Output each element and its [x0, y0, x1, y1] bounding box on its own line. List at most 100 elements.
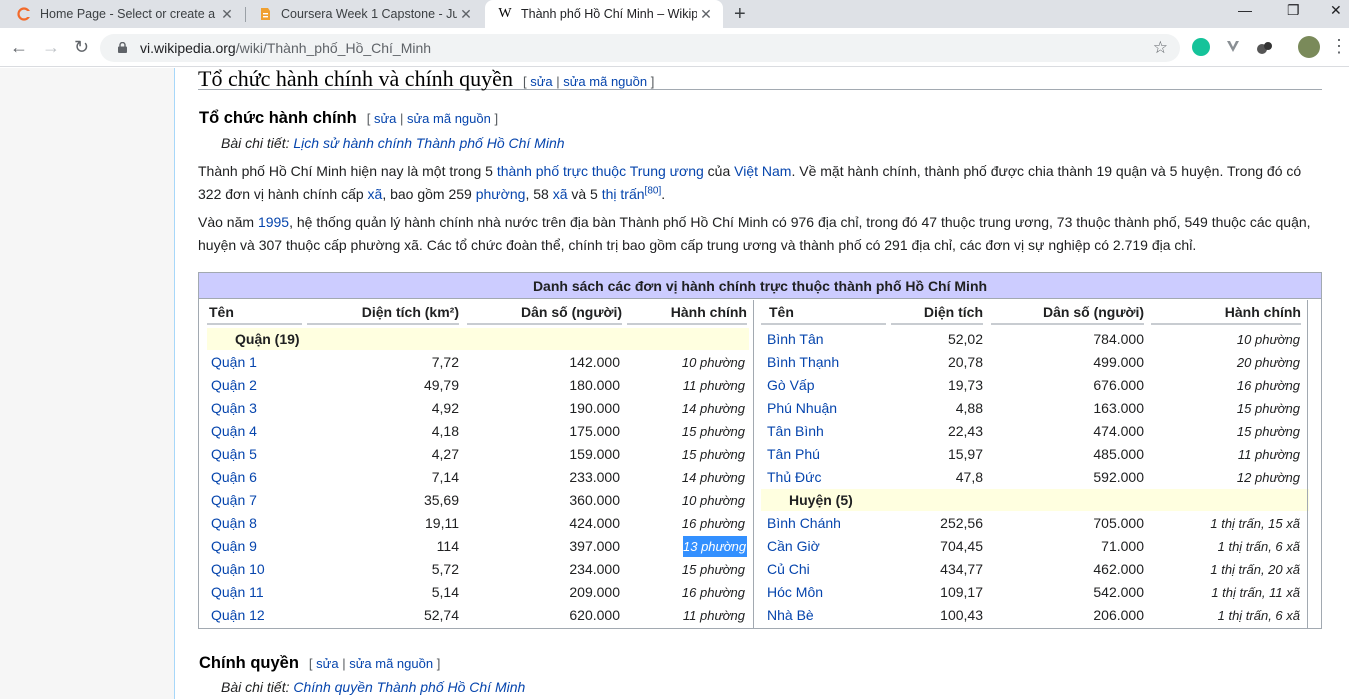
district-link[interactable]: Quận 9: [211, 535, 301, 558]
district-link[interactable]: Cần Giờ: [767, 535, 887, 558]
population-cell: 234.000: [569, 561, 620, 577]
reload-icon[interactable]: ↻: [74, 37, 89, 58]
vimeo-extension-icon[interactable]: [1225, 38, 1243, 56]
subsection-heading-administration: Tổ chức hành chính [ sửa | sửa mã nguồn ]: [199, 109, 498, 128]
table-row: Bình Thạnh 20,78 499.000 20 phường: [761, 351, 1309, 374]
link-ward[interactable]: phường: [476, 186, 526, 202]
edit-source-link[interactable]: sửa mã nguồn: [407, 111, 491, 126]
column-header-name: Tên: [207, 300, 302, 325]
wikipedia-icon: W: [498, 6, 512, 21]
url-path: /wiki/Thành_phố_Hồ_Chí_Minh: [235, 40, 432, 56]
coursera-icon: [16, 6, 32, 22]
population-cell: 159.000: [569, 446, 620, 462]
extension-icon[interactable]: [1256, 38, 1274, 56]
menu-dots-icon[interactable]: ⋮: [1330, 36, 1348, 57]
section-heading: Tổ chức hành chính và chính quyền [ sửa |…: [198, 66, 1322, 91]
district-link[interactable]: Nhà Bè: [767, 604, 887, 627]
district-link[interactable]: Bình Tân: [767, 328, 887, 351]
grammarly-extension-icon[interactable]: [1192, 38, 1210, 56]
district-link[interactable]: Hóc Môn: [767, 581, 887, 604]
area-cell: 704,45: [940, 538, 983, 554]
tab-coursera-capstone[interactable]: Coursera Week 1 Capstone - Jupy ✕: [245, 0, 483, 28]
table-row: Quận 4 4,18 175.000 15 phường: [207, 420, 749, 443]
column-header-name: Tên: [761, 300, 886, 325]
table-row: Quận 6 7,14 233.000 14 phường: [207, 466, 749, 489]
area-cell: 52,74: [423, 607, 459, 623]
area-cell: 4,92: [431, 400, 459, 416]
link-centrally-governed-cities[interactable]: thành phố trực thuộc Trung ương: [497, 163, 704, 179]
district-link[interactable]: Quận 6: [211, 466, 301, 489]
close-tab-icon[interactable]: ✕: [697, 6, 715, 23]
address-bar[interactable]: vi.wikipedia.org/wiki/Thành_phố_Hồ_Chí_M…: [100, 34, 1180, 62]
district-link[interactable]: Quận 12: [211, 604, 301, 627]
text: , 58: [525, 186, 553, 202]
population-cell: 175.000: [569, 423, 620, 439]
restore-icon[interactable]: ❐: [1287, 2, 1300, 19]
edit-source-link[interactable]: sửa mã nguồn: [563, 74, 647, 89]
hatnote-link[interactable]: Chính quyền Thành phố Hồ Chí Minh: [293, 679, 525, 695]
bookmark-star-icon[interactable]: ☆: [1153, 38, 1168, 58]
admin-units-cell: 16 phường: [1236, 378, 1300, 393]
tab-home-page[interactable]: Home Page - Select or create a n ✕: [4, 0, 244, 28]
group-label: Quận (19): [235, 331, 300, 347]
link-1995[interactable]: 1995: [258, 214, 289, 230]
district-link[interactable]: Quận 5: [211, 443, 301, 466]
edit-source-link[interactable]: sửa mã nguồn: [349, 656, 433, 671]
edit-link[interactable]: sửa: [316, 656, 338, 671]
hatnote-link[interactable]: Lịch sử hành chính Thành phố Hồ Chí Minh: [293, 135, 564, 151]
district-link[interactable]: Quận 2: [211, 374, 301, 397]
district-link[interactable]: Quận 3: [211, 397, 301, 420]
close-tab-icon[interactable]: ✕: [218, 6, 236, 23]
link-vietnam[interactable]: Việt Nam: [734, 163, 791, 179]
table-row: Nhà Bè 100,43 206.000 1 thị trấn, 6 xã: [761, 604, 1309, 627]
tab-wikipedia[interactable]: W Thành phố Hồ Chí Minh – Wikipe ✕: [485, 0, 723, 28]
district-link[interactable]: Bình Thạnh: [767, 351, 887, 374]
area-cell: 7,72: [431, 354, 459, 370]
column-header-population: Dân số (người): [467, 300, 622, 325]
forward-arrow-icon[interactable]: →: [42, 37, 60, 58]
close-window-icon[interactable]: ✕: [1330, 2, 1342, 19]
text: của: [703, 163, 735, 179]
group-label: Huyện (5): [789, 492, 853, 508]
district-link[interactable]: Củ Chi: [767, 558, 887, 581]
district-link[interactable]: Tân Phú: [767, 443, 887, 466]
district-link[interactable]: Quận 4: [211, 420, 301, 443]
district-link[interactable]: Quận 8: [211, 512, 301, 535]
reference-link[interactable]: [80]: [645, 185, 662, 196]
link-commune[interactable]: xã: [553, 186, 568, 202]
admin-units-cell: 11 phường: [682, 378, 745, 393]
new-tab-button[interactable]: +: [734, 3, 746, 26]
table-row: Cần Giờ 704,45 71.000 1 thị trấn, 6 xã: [761, 535, 1309, 558]
profile-avatar[interactable]: [1298, 36, 1320, 58]
district-link[interactable]: Phú Nhuận: [767, 397, 887, 420]
table-row: Bình Chánh 252,56 705.000 1 thị trấn, 15 xã: [761, 512, 1309, 535]
district-link[interactable]: Tân Bình: [767, 420, 887, 443]
back-arrow-icon[interactable]: ←: [10, 37, 28, 58]
hatnote-prefix: Bài chi tiết:: [221, 679, 290, 695]
admin-units-cell: 10 phường: [681, 493, 745, 508]
district-link[interactable]: Quận 1: [211, 351, 301, 374]
table-left-column: Tên Diện tích (km²) Dân số (người) Hành chí…: [207, 300, 749, 627]
population-cell: 542.000: [1093, 584, 1144, 600]
area-cell: 7,14: [431, 469, 459, 485]
edit-link[interactable]: sửa: [530, 74, 552, 89]
district-link[interactable]: Bình Chánh: [767, 512, 887, 535]
section-title: Tổ chức hành chính và chính quyền: [198, 66, 513, 91]
admin-units-cell: 15 phường: [681, 562, 745, 577]
close-tab-icon[interactable]: ✕: [457, 6, 475, 23]
link-commune-level[interactable]: xã: [368, 186, 383, 202]
district-link[interactable]: Thủ Đức: [767, 466, 887, 489]
district-link[interactable]: Gò Vấp: [767, 374, 887, 397]
minimize-icon[interactable]: —: [1238, 2, 1252, 18]
district-link[interactable]: Quận 10: [211, 558, 301, 581]
edit-link[interactable]: sửa: [374, 111, 396, 126]
admin-units-cell: 14 phường: [681, 470, 745, 485]
district-link[interactable]: Quận 7: [211, 489, 301, 512]
tab-title: Coursera Week 1 Capstone - Jupy: [281, 7, 457, 21]
population-cell: 676.000: [1093, 377, 1144, 393]
table-row: Quận 2 49,79 180.000 11 phường: [207, 374, 749, 397]
link-township[interactable]: thị trấn: [602, 186, 645, 202]
subsection-edit-links: [ sửa | sửa mã nguồn ]: [308, 656, 441, 671]
admin-units-cell: 1 thị trấn, 6 xã: [1217, 608, 1300, 623]
district-link[interactable]: Quận 11: [211, 581, 301, 604]
